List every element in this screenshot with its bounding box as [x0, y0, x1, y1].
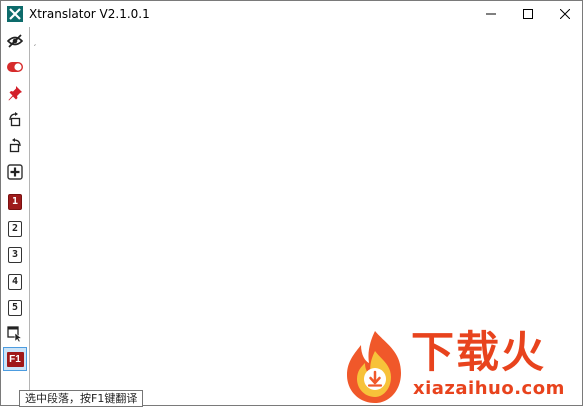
number-4-label: 4 — [8, 274, 22, 290]
xtranslator-logo-icon — [7, 6, 23, 22]
text-caret: ′ — [34, 44, 37, 54]
number-button-3[interactable]: 3 — [5, 245, 25, 265]
maximize-button[interactable] — [511, 1, 545, 27]
toggle-visibility-button[interactable] — [5, 31, 25, 51]
eye-slash-icon — [7, 34, 23, 48]
f1-translate-button[interactable]: F1 — [3, 347, 27, 371]
flame-download-icon — [347, 331, 401, 403]
rotate-clockwise-icon — [9, 112, 21, 127]
number-5-label: 5 — [8, 300, 22, 316]
f1-tooltip: 选中段落，按F1键翻译 — [19, 390, 144, 407]
watermark-url: xiazaihuo.com — [413, 378, 565, 399]
maximize-icon — [523, 9, 533, 19]
left-toolbar: 1 2 3 4 5 F1 — [1, 27, 30, 405]
pin-icon — [8, 86, 22, 101]
watermark-brand: 下载火 — [411, 328, 546, 378]
window-pointer-icon — [7, 326, 23, 342]
select-window-button[interactable] — [5, 324, 25, 344]
toggle-switch-button[interactable] — [5, 57, 25, 77]
window-title: Xtranslator V2.1.0.1 — [29, 7, 150, 21]
app-window: Xtranslator V2.1.0.1 1 2 3 4 5 F1 ′ 下载火 … — [0, 0, 583, 406]
minimize-icon — [486, 13, 496, 15]
f1-label: F1 — [6, 351, 24, 367]
pin-button[interactable] — [5, 83, 25, 103]
number-button-1[interactable]: 1 — [5, 192, 25, 212]
number-button-4[interactable]: 4 — [5, 272, 25, 292]
number-button-2[interactable]: 2 — [5, 219, 25, 239]
close-icon — [560, 9, 570, 19]
rotate-counterclockwise-icon — [9, 138, 21, 153]
close-button[interactable] — [548, 1, 582, 27]
rotate-counterclockwise-button[interactable] — [5, 135, 25, 155]
title-bar[interactable]: Xtranslator V2.1.0.1 — [1, 1, 582, 27]
number-3-label: 3 — [8, 247, 22, 263]
watermark: 下载火 xiazaihuo.com — [341, 327, 582, 405]
number-button-5[interactable]: 5 — [5, 298, 25, 318]
toggle-switch-icon — [7, 62, 23, 72]
add-button[interactable] — [5, 162, 25, 182]
minimize-button[interactable] — [474, 1, 508, 27]
plus-box-icon — [7, 164, 23, 180]
rotate-clockwise-button[interactable] — [5, 109, 25, 129]
number-1-label: 1 — [8, 194, 22, 210]
number-2-label: 2 — [8, 221, 22, 237]
